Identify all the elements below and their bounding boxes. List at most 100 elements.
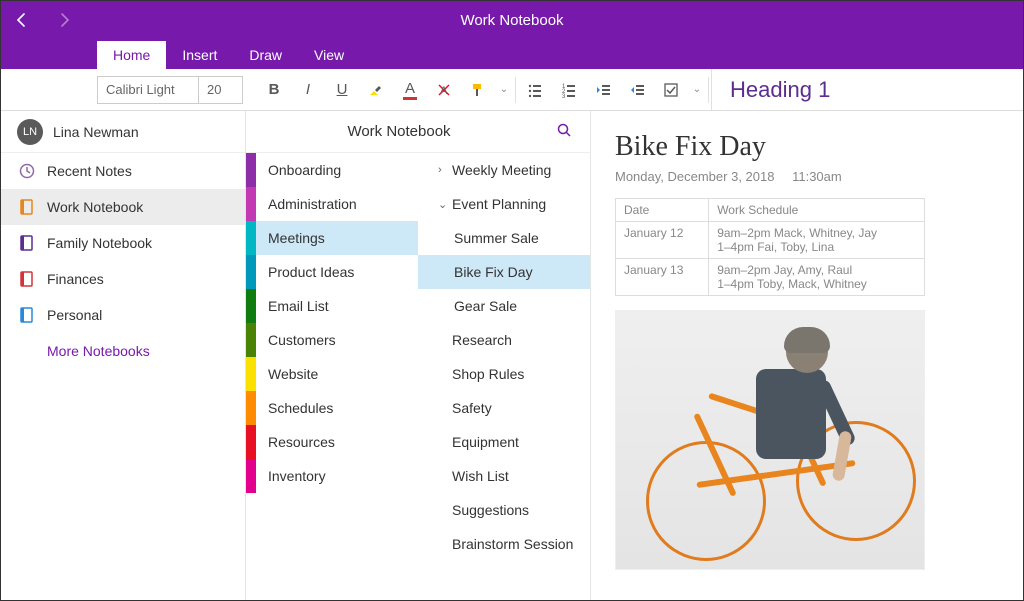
page-label: Wish List	[452, 468, 509, 484]
page-event-planning[interactable]: ⌄Event Planning	[418, 187, 590, 221]
numbering-button[interactable]: 123	[552, 69, 586, 111]
section-customers[interactable]: Customers	[246, 323, 418, 357]
font-select[interactable]: Calibri Light	[97, 76, 199, 104]
user-row[interactable]: LN Lina Newman	[1, 111, 245, 153]
schedule-table[interactable]: Date Work Schedule January 12 9am–2pm Ma…	[615, 198, 925, 296]
note-date-line: Monday, December 3, 2018 11:30am	[615, 169, 999, 184]
page-safety[interactable]: Safety	[418, 391, 590, 425]
sidebar-item-work-notebook[interactable]: Work Notebook	[1, 189, 245, 225]
page-label: Weekly Meeting	[452, 162, 551, 178]
notebook-icon	[17, 197, 37, 217]
underline-button[interactable]: U	[325, 69, 359, 111]
back-button[interactable]	[13, 11, 31, 29]
section-schedules[interactable]: Schedules	[246, 391, 418, 425]
section-administration[interactable]: Administration	[246, 187, 418, 221]
notebook-icon	[17, 233, 37, 253]
tab-insert[interactable]: Insert	[166, 41, 233, 69]
note-title[interactable]: Bike Fix Day	[615, 131, 999, 163]
section-color-tab	[246, 425, 256, 459]
section-product-ideas[interactable]: Product Ideas	[246, 255, 418, 289]
sidebar-item-label: Recent Notes	[47, 163, 132, 179]
section-label: Onboarding	[268, 162, 341, 178]
section-label: Inventory	[268, 468, 326, 484]
titlebar: Work Notebook	[1, 1, 1023, 39]
section-label: Schedules	[268, 400, 333, 416]
svg-text:3: 3	[562, 94, 566, 98]
notebook-icon	[17, 269, 37, 289]
format-more-dropdown[interactable]: ⌄	[495, 69, 513, 111]
sidebar-item-personal[interactable]: Personal	[1, 297, 245, 333]
sections-panel: Work Notebook Onboarding Administration Me…	[246, 111, 591, 600]
page-equipment[interactable]: Equipment	[418, 425, 590, 459]
user-name: Lina Newman	[53, 124, 139, 140]
page-label: Suggestions	[452, 502, 529, 518]
tab-draw[interactable]: Draw	[233, 41, 298, 69]
section-color-tab	[246, 459, 256, 493]
sidebar-item-label: Personal	[47, 307, 102, 323]
page-label: Summer Sale	[454, 230, 539, 246]
note-image[interactable]	[615, 310, 925, 570]
section-color-tab	[246, 187, 256, 221]
tab-view[interactable]: View	[298, 41, 360, 69]
section-color-tab	[246, 153, 256, 187]
fontsize-select[interactable]: 20	[199, 76, 243, 104]
page-brainstorm-session[interactable]: Brainstorm Session	[418, 527, 590, 561]
page-research[interactable]: Research	[418, 323, 590, 357]
page-weekly-meeting[interactable]: ›Weekly Meeting	[418, 153, 590, 187]
toolbar: Calibri Light 20 B I U A A ⌄ 123	[1, 69, 1023, 111]
section-meetings[interactable]: Meetings	[246, 221, 418, 255]
note-date: Monday, December 3, 2018	[615, 169, 774, 184]
section-website[interactable]: Website	[246, 357, 418, 391]
outdent-button[interactable]	[586, 69, 620, 111]
page-summer-sale[interactable]: Summer Sale	[418, 221, 590, 255]
table-row: January 13 9am–2pm Jay, Amy, Raul 1–4pm …	[616, 259, 925, 296]
style-heading1[interactable]: Heading 1	[711, 69, 848, 111]
todo-tag-button[interactable]	[654, 69, 688, 111]
chevron-icon: ⌄	[438, 198, 452, 211]
note-time: 11:30am	[792, 169, 842, 184]
section-color-tab	[246, 323, 256, 357]
highlight-button[interactable]	[359, 69, 393, 111]
page-bike-fix-day[interactable]: Bike Fix Day	[418, 255, 590, 289]
italic-button[interactable]: I	[291, 69, 325, 111]
avatar: LN	[17, 119, 43, 145]
section-resources[interactable]: Resources	[246, 425, 418, 459]
clear-format-button[interactable]: A	[427, 69, 461, 111]
table-header: Work Schedule	[709, 199, 925, 222]
section-email-list[interactable]: Email List	[246, 289, 418, 323]
sidebar-item-recent-notes[interactable]: Recent Notes	[1, 153, 245, 189]
section-label: Administration	[268, 196, 357, 212]
section-color-tab	[246, 289, 256, 323]
format-painter-button[interactable]	[461, 69, 495, 111]
font-color-button[interactable]: A	[393, 69, 427, 111]
note-content[interactable]: Bike Fix Day Monday, December 3, 2018 11…	[591, 111, 1023, 600]
page-shop-rules[interactable]: Shop Rules	[418, 357, 590, 391]
tab-home[interactable]: Home	[97, 41, 166, 69]
chevron-icon: ›	[438, 164, 452, 176]
section-color-tab	[246, 255, 256, 289]
sidebar-item-label: Family Notebook	[47, 235, 152, 251]
sidebar-item-finances[interactable]: Finances	[1, 261, 245, 297]
indent-button[interactable]	[620, 69, 654, 111]
bullets-button[interactable]	[518, 69, 552, 111]
bold-button[interactable]: B	[257, 69, 291, 111]
search-icon[interactable]	[552, 122, 576, 141]
sidebar-item-label: Work Notebook	[47, 199, 143, 215]
page-suggestions[interactable]: Suggestions	[418, 493, 590, 527]
more-notebooks-link[interactable]: More Notebooks	[1, 333, 245, 369]
section-inventory[interactable]: Inventory	[246, 459, 418, 493]
section-onboarding[interactable]: Onboarding	[246, 153, 418, 187]
sidebar-item-family-notebook[interactable]: Family Notebook	[1, 225, 245, 261]
section-color-tab	[246, 221, 256, 255]
page-gear-sale[interactable]: Gear Sale	[418, 289, 590, 323]
person-figure	[716, 331, 836, 531]
page-label: Bike Fix Day	[454, 264, 533, 280]
forward-button[interactable]	[55, 11, 73, 29]
table-header: Date	[616, 199, 709, 222]
page-label: Gear Sale	[454, 298, 517, 314]
paragraph-more-dropdown[interactable]: ⌄	[688, 69, 706, 111]
sections-title: Work Notebook	[246, 123, 552, 140]
section-label: Website	[268, 366, 318, 382]
page-wish-list[interactable]: Wish List	[418, 459, 590, 493]
notebook-icon	[17, 305, 37, 325]
